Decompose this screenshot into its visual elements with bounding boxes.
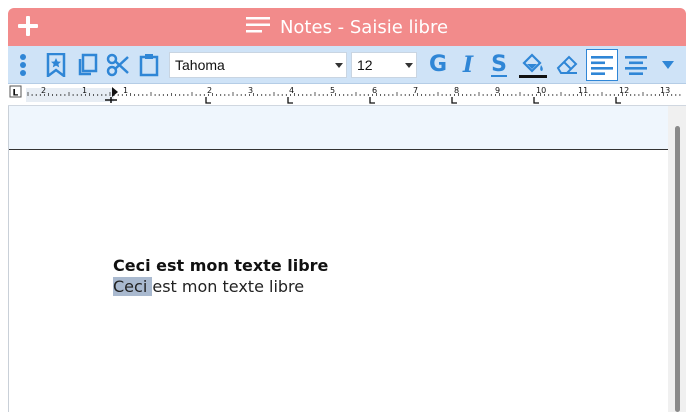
underline-icon: S xyxy=(491,51,507,77)
more-vertical-icon[interactable] xyxy=(16,52,30,78)
more-options-chevron-icon[interactable] xyxy=(660,52,676,78)
unselected-text: est mon texte libre xyxy=(152,277,305,296)
italic-icon: I xyxy=(462,52,474,78)
paint-bucket-icon xyxy=(522,52,543,73)
copy-icon[interactable] xyxy=(74,52,100,78)
title-bar: Notes - Saisie libre xyxy=(8,8,686,46)
italic-button[interactable]: I xyxy=(456,52,480,78)
formatting-toolbar: Tahoma 12 G I S xyxy=(8,46,686,84)
ruler-scale: L 2 1 1 2 3 4 5 6 7 8 9 10 11 12 13 xyxy=(9,85,681,104)
ruler-label: 4 xyxy=(289,86,294,95)
ruler-label: 8 xyxy=(454,86,459,95)
scrollbar-thumb[interactable] xyxy=(675,126,680,412)
ruler-label: 3 xyxy=(248,86,253,95)
tab-stop-marker[interactable] xyxy=(287,97,293,104)
underline-bar xyxy=(491,74,507,77)
tab-marker-label: L xyxy=(13,89,19,99)
tab-stop-marker[interactable] xyxy=(615,97,621,104)
tab-stop-marker[interactable] xyxy=(451,97,457,104)
ruler-label: 1 xyxy=(82,86,87,95)
align-center-icon xyxy=(625,56,647,75)
menu-lines-icon[interactable] xyxy=(245,16,270,38)
font-family-select[interactable]: Tahoma xyxy=(169,52,347,78)
ruler-label: 2 xyxy=(207,86,212,95)
bookmark-icon[interactable] xyxy=(44,52,68,78)
chevron-down-icon xyxy=(332,62,346,68)
ruler-label: 6 xyxy=(372,86,377,95)
ruler-label: 1 xyxy=(123,86,128,95)
align-left-icon xyxy=(591,56,613,75)
fill-color-swatch xyxy=(519,74,547,78)
eraser-icon[interactable] xyxy=(554,52,580,78)
fill-color-button[interactable] xyxy=(518,52,548,78)
bold-icon: G xyxy=(428,52,448,77)
selected-text: Ceci xyxy=(113,277,153,296)
font-size-select[interactable]: 12 xyxy=(351,52,417,78)
document-page[interactable] xyxy=(8,151,668,412)
window-title: Notes - Saisie libre xyxy=(279,16,449,38)
page-left-border xyxy=(8,106,9,412)
scissors-icon[interactable] xyxy=(105,52,131,78)
ruler[interactable]: L 2 1 1 2 3 4 5 6 7 8 9 10 11 12 13 xyxy=(8,84,686,106)
ruler-label: 9 xyxy=(495,86,500,95)
tab-stop-marker[interactable] xyxy=(369,97,375,104)
tab-stop-marker[interactable] xyxy=(205,97,211,104)
clipboard-icon[interactable] xyxy=(137,52,161,78)
bold-button[interactable]: G xyxy=(426,52,450,78)
align-left-button[interactable] xyxy=(586,49,618,81)
ruler-margin-area xyxy=(26,88,114,102)
chevron-down-icon xyxy=(402,62,416,68)
tab-stop-marker[interactable] xyxy=(533,97,539,104)
ruler-label: 10 xyxy=(536,86,546,95)
ruler-label: 2 xyxy=(41,86,46,95)
font-size-value: 12 xyxy=(357,57,373,73)
bold-text-line[interactable]: Ceci est mon texte libre xyxy=(113,256,328,275)
add-icon[interactable] xyxy=(14,12,42,40)
ruler-label: 13 xyxy=(660,86,670,95)
font-family-value: Tahoma xyxy=(175,57,225,73)
document-header-area[interactable] xyxy=(8,106,668,150)
underline-button[interactable]: S xyxy=(487,52,511,78)
ruler-label: 7 xyxy=(413,86,418,95)
first-line-indent-marker[interactable] xyxy=(112,87,118,97)
normal-text-line[interactable]: Ceci est mon texte libre xyxy=(113,277,304,296)
align-center-button[interactable] xyxy=(622,52,650,78)
ruler-label: 5 xyxy=(330,86,335,95)
ruler-label: 12 xyxy=(619,86,629,95)
ruler-label: 11 xyxy=(578,86,588,95)
